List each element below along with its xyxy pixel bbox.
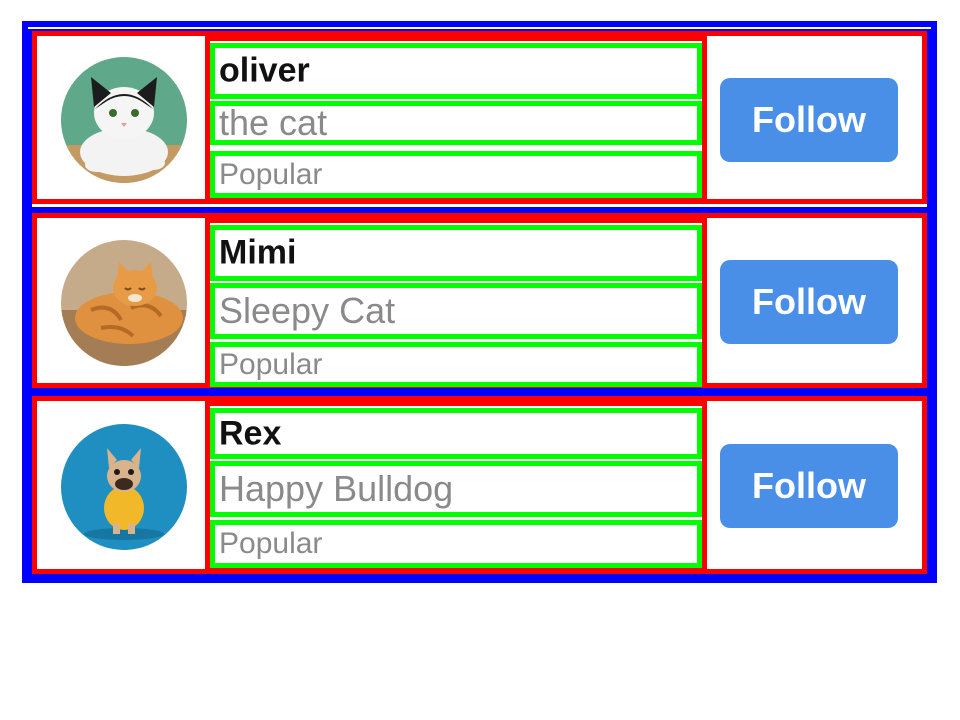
user-description-text: the cat [219, 102, 328, 143]
follow-button[interactable]: Follow [720, 78, 898, 162]
user-tag: Popular [210, 520, 702, 568]
user-name-text: oliver [219, 51, 310, 90]
user-card: Rex Happy Bulldog Popular Follow [32, 396, 927, 574]
user-name-text: Rex [219, 414, 282, 452]
user-name: oliver [210, 43, 702, 99]
user-tag: Popular [210, 342, 702, 387]
user-name: Rex [210, 408, 702, 459]
follow-button[interactable]: Follow [720, 260, 898, 344]
user-description: the cat [210, 101, 702, 145]
user-tag-text: Popular [219, 157, 323, 191]
user-tag-text: Popular [219, 347, 323, 381]
avatar [61, 57, 187, 183]
user-name-text: Mimi [219, 233, 297, 272]
user-info: Rex Happy Bulldog Popular [205, 401, 707, 569]
user-description-text: Sleepy Cat [219, 290, 396, 331]
user-description-text: Happy Bulldog [219, 468, 454, 509]
user-description: Sleepy Cat [210, 283, 702, 339]
user-card: oliver the cat Popular Follow [32, 31, 927, 204]
user-description: Happy Bulldog [210, 461, 702, 517]
avatar [61, 240, 187, 366]
user-tag: Popular [210, 151, 702, 198]
user-info: Mimi Sleepy Cat Popular [205, 218, 707, 387]
follow-button[interactable]: Follow [720, 444, 898, 528]
user-name: Mimi [210, 225, 702, 281]
user-tag-text: Popular [219, 527, 323, 560]
avatar [61, 424, 187, 550]
user-info: oliver the cat Popular [205, 36, 707, 199]
user-card: Mimi Sleepy Cat Popular Follow [32, 213, 927, 388]
